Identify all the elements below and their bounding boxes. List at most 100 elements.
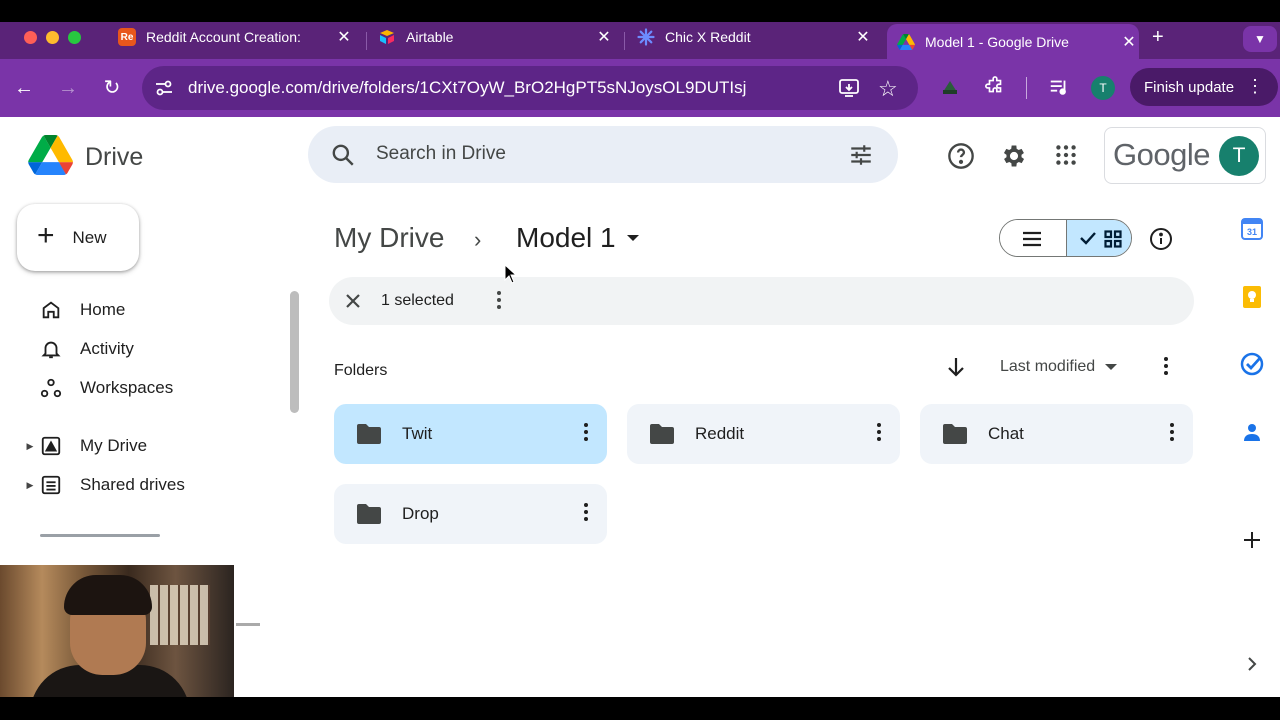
folder-card-twit[interactable]: Twit	[334, 404, 607, 464]
close-tab-icon[interactable]: ✕	[334, 27, 354, 47]
close-tab-icon[interactable]: ✕	[594, 27, 614, 47]
current-folder-name: Model 1	[516, 222, 616, 253]
folder-name: Chat	[988, 424, 1024, 443]
folder-more-actions-icon[interactable]	[876, 422, 882, 442]
view-toggle	[999, 219, 1132, 257]
webcam-person-hair	[64, 575, 152, 615]
folder-card-chat[interactable]: Chat	[920, 404, 1193, 464]
workspaces-icon	[40, 378, 62, 398]
maximize-window-button[interactable]	[68, 31, 81, 44]
sort-by-dropdown[interactable]: Last modified	[1000, 358, 1118, 376]
folder-icon	[943, 424, 967, 444]
sidebar-item-home[interactable]: Home	[20, 293, 280, 327]
address-bar[interactable]: drive.google.com/drive/folders/1CXt7OyW_…	[142, 66, 918, 110]
sort-direction-arrow-icon[interactable]	[946, 356, 966, 383]
folder-more-actions-icon[interactable]	[583, 502, 589, 522]
close-window-button[interactable]	[24, 31, 37, 44]
bell-icon	[41, 341, 61, 359]
my-drive-icon	[41, 436, 61, 456]
close-tab-icon[interactable]: ✕	[1119, 32, 1139, 52]
list-view-button[interactable]	[1000, 220, 1066, 256]
sidebar-item-my-drive[interactable]: ▶ My Drive	[20, 429, 280, 463]
google-apps-grid-icon[interactable]	[1053, 142, 1081, 170]
folder-more-actions-icon[interactable]	[1169, 422, 1175, 442]
sidebar-item-shared-drives[interactable]: ▶ Shared drives	[20, 468, 280, 502]
folder-more-actions-icon[interactable]	[583, 422, 589, 442]
webcam-background	[150, 585, 210, 645]
reload-icon[interactable]: ↻	[100, 77, 124, 99]
search-options-icon[interactable]	[848, 142, 874, 173]
help-icon[interactable]	[947, 142, 975, 170]
close-tab-icon[interactable]: ✕	[853, 27, 873, 47]
forward-arrow-icon[interactable]: →	[56, 77, 80, 99]
folder-icon	[650, 424, 674, 444]
folder-icon	[357, 424, 381, 444]
settings-gear-icon[interactable]	[1000, 142, 1028, 170]
tab-chic-x-reddit[interactable]: Chic X Reddit ✕	[637, 22, 873, 52]
tab-separator	[366, 32, 367, 50]
shared-drives-icon	[41, 475, 61, 495]
tab-search-chevron-icon[interactable]: ▼	[1243, 26, 1277, 52]
clear-selection-close-icon[interactable]	[344, 292, 362, 315]
breadcrumb-current-folder[interactable]: Model 1	[516, 222, 640, 254]
extensions-puzzle-icon[interactable]	[984, 76, 1006, 103]
tab-title: Reddit Account Creation:	[146, 29, 301, 45]
profile-avatar[interactable]: T	[1091, 76, 1115, 100]
install-app-icon[interactable]	[838, 77, 860, 104]
add-addon-plus-icon[interactable]	[1240, 528, 1264, 552]
sidebar-scrollbar[interactable]	[290, 291, 299, 413]
sidebar-item-label: Activity	[80, 339, 134, 358]
plus-icon: +	[37, 219, 55, 252]
folder-card-reddit[interactable]: Reddit	[627, 404, 900, 464]
calendar-app-icon[interactable]: 31	[1240, 217, 1264, 241]
expand-caret-icon[interactable]: ▶	[20, 480, 40, 491]
account-avatar[interactable]: T	[1219, 136, 1259, 176]
sidebar-item-activity[interactable]: Activity	[20, 332, 280, 366]
selection-more-actions-icon[interactable]	[496, 290, 502, 315]
bookmark-star-icon[interactable]: ☆	[878, 76, 898, 102]
reddit-favicon-icon: Re	[118, 28, 136, 46]
tab-reddit-account-creation[interactable]: Re Reddit Account Creation: ✕	[118, 22, 354, 52]
new-button[interactable]: + New	[17, 204, 139, 271]
grid-view-button[interactable]	[1066, 220, 1131, 256]
webcam-resize-handle[interactable]	[236, 623, 260, 626]
media-queue-icon[interactable]	[1048, 76, 1070, 103]
drive-app-title[interactable]: Drive	[85, 143, 143, 172]
folder-menu-caret-icon[interactable]	[626, 233, 640, 243]
back-arrow-icon[interactable]: ←	[12, 77, 36, 99]
expand-side-panel-chevron-icon[interactable]	[1240, 652, 1264, 676]
contacts-app-icon[interactable]	[1240, 420, 1264, 444]
selected-count: 1 selected	[381, 292, 454, 309]
finish-update-button[interactable]: Finish update ⋮	[1130, 68, 1278, 106]
drive-logo-icon[interactable]	[28, 135, 73, 180]
search-bar[interactable]	[308, 126, 898, 183]
sidebar-item-workspaces[interactable]: Workspaces	[20, 371, 280, 405]
sidebar-item-label: Home	[80, 300, 126, 319]
tab-title: Airtable	[406, 29, 454, 45]
tab-title: Chic X Reddit	[665, 29, 751, 45]
new-tab-button[interactable]: +	[1152, 22, 1172, 52]
selection-toolbar: 1 selected	[329, 277, 1194, 325]
search-input[interactable]	[376, 141, 816, 167]
tasks-app-icon[interactable]	[1240, 352, 1264, 376]
google-account-box[interactable]: Google T	[1104, 127, 1266, 184]
expand-caret-icon[interactable]: ▶	[20, 441, 40, 452]
extension-green-icon[interactable]	[940, 77, 960, 102]
tab-model-1-google-drive[interactable]: Model 1 - Google Drive ✕	[887, 24, 1139, 59]
list-icon	[1023, 231, 1041, 247]
breadcrumb-my-drive[interactable]: My Drive	[334, 222, 444, 254]
folder-card-drop[interactable]: Drop	[334, 484, 607, 544]
asterisk-favicon-icon	[637, 28, 655, 46]
search-icon[interactable]	[330, 142, 356, 173]
grid-icon	[1104, 230, 1122, 248]
google-wordmark: Google	[1113, 137, 1210, 172]
folders-more-options-icon[interactable]	[1163, 356, 1169, 381]
keep-app-icon[interactable]	[1240, 285, 1264, 309]
minimize-window-button[interactable]	[46, 31, 59, 44]
tab-airtable[interactable]: Airtable ✕	[378, 22, 614, 52]
site-settings-icon[interactable]	[154, 78, 174, 103]
kebab-menu-icon[interactable]: ⋮	[1246, 77, 1264, 95]
url-text: drive.google.com/drive/folders/1CXt7OyW_…	[188, 78, 747, 97]
info-icon[interactable]	[1149, 227, 1173, 256]
home-icon	[42, 301, 60, 319]
